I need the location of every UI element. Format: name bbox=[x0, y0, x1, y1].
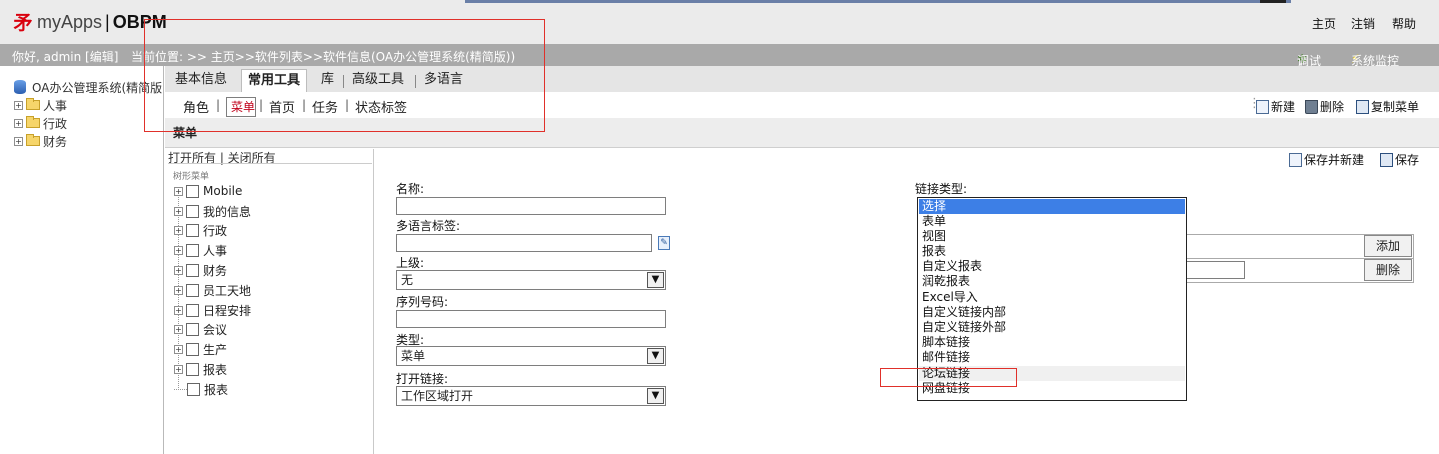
order-input[interactable] bbox=[396, 310, 666, 328]
parent-label: 上级: bbox=[396, 256, 425, 270]
option-script-link[interactable]: 脚本链接 bbox=[919, 335, 1185, 350]
option-select[interactable]: 选择 bbox=[919, 199, 1185, 214]
greeting[interactable]: 你好, admin [编辑] bbox=[12, 48, 118, 65]
node-checkbox[interactable] bbox=[186, 184, 199, 198]
delete-row-button[interactable]: 删除 bbox=[1364, 259, 1412, 281]
name-label: 名称: bbox=[396, 182, 425, 196]
node-checkbox[interactable] bbox=[186, 362, 199, 376]
folder-icon bbox=[26, 134, 40, 146]
divider bbox=[168, 163, 372, 164]
folder-icon bbox=[26, 98, 40, 110]
menu-node[interactable]: + 会议 bbox=[174, 321, 227, 337]
new-button[interactable]: 新建 bbox=[1256, 98, 1295, 115]
node-checkbox[interactable] bbox=[186, 342, 199, 356]
node-checkbox[interactable] bbox=[186, 303, 199, 317]
parent-select[interactable]: 无 ▼ bbox=[396, 270, 666, 290]
annotation-box bbox=[144, 19, 545, 132]
edit-icon[interactable]: ✎ bbox=[658, 236, 670, 250]
option-excel-import[interactable]: Excel导入 bbox=[919, 290, 1185, 305]
tree-item-admin[interactable]: + 行政 bbox=[14, 115, 67, 131]
option-custom-report[interactable]: 自定义报表 bbox=[919, 259, 1185, 274]
new-doc-icon bbox=[1256, 99, 1269, 114]
chevron-down-icon[interactable]: ▼ bbox=[647, 272, 664, 288]
save-icon bbox=[1356, 99, 1369, 114]
app-tree-panel: OA办公管理系统(精简版 + 人事 + 行政 + 财务 bbox=[0, 66, 164, 454]
option-custom-link-external[interactable]: 自定义链接外部 bbox=[919, 320, 1185, 335]
menu-node[interactable]: + Mobile bbox=[174, 183, 242, 199]
copy-menu-button[interactable]: 复制菜单 bbox=[1356, 98, 1419, 115]
menu-node[interactable]: + 报表 bbox=[174, 361, 227, 377]
menu-node[interactable]: + 行政 bbox=[174, 222, 227, 238]
name-input[interactable] bbox=[396, 197, 666, 215]
i18n-input[interactable] bbox=[396, 234, 652, 252]
logout-link[interactable]: 注销 bbox=[1351, 15, 1375, 32]
node-checkbox[interactable] bbox=[187, 382, 200, 396]
menu-node[interactable]: + 生产 bbox=[174, 341, 227, 357]
tree-caption: 树形菜单 bbox=[173, 172, 210, 182]
link-type-label: 链接类型: bbox=[915, 182, 968, 196]
save-icon bbox=[1380, 152, 1393, 167]
folder-icon bbox=[26, 116, 40, 128]
menu-node[interactable]: + 我的信息 bbox=[174, 203, 251, 219]
chevron-down-icon[interactable]: ▼ bbox=[647, 348, 664, 364]
menu-node[interactable]: + 日程安排 bbox=[174, 302, 251, 318]
node-checkbox[interactable] bbox=[186, 204, 199, 218]
node-checkbox[interactable] bbox=[186, 283, 199, 297]
database-icon bbox=[14, 80, 26, 94]
option-view[interactable]: 视图 bbox=[919, 229, 1185, 244]
home-link[interactable]: 主页 bbox=[1312, 15, 1336, 32]
option-report[interactable]: 报表 bbox=[919, 244, 1185, 259]
save-button[interactable]: 保存 bbox=[1380, 151, 1419, 168]
form-area bbox=[375, 149, 1439, 454]
node-checkbox[interactable] bbox=[186, 263, 199, 277]
menu-node[interactable]: + 人事 bbox=[174, 242, 227, 258]
node-checkbox[interactable] bbox=[186, 223, 199, 237]
top-strip bbox=[465, 0, 1291, 3]
order-label: 序列号码: bbox=[396, 295, 449, 309]
param-input[interactable] bbox=[1185, 261, 1245, 279]
chevron-down-icon[interactable]: ▼ bbox=[647, 388, 664, 404]
node-checkbox[interactable] bbox=[186, 322, 199, 336]
tree-item-hr[interactable]: + 人事 bbox=[14, 97, 67, 113]
option-custom-link-internal[interactable]: 自定义链接内部 bbox=[919, 305, 1185, 320]
open-link-label: 打开链接: bbox=[396, 372, 449, 386]
annotation-box bbox=[880, 368, 1017, 387]
menu-node[interactable]: 报表 bbox=[174, 381, 228, 397]
option-form[interactable]: 表单 bbox=[919, 214, 1185, 229]
expand-icon[interactable]: + bbox=[14, 118, 23, 128]
save-and-new-button[interactable]: 保存并新建 bbox=[1289, 151, 1364, 168]
type-select[interactable]: 菜单 ▼ bbox=[396, 346, 666, 366]
option-runqian-report[interactable]: 润乾报表 bbox=[919, 274, 1185, 289]
top-strip-dark bbox=[1260, 0, 1286, 3]
i18n-label: 多语言标签: bbox=[396, 219, 461, 233]
menu-node[interactable]: + 财务 bbox=[174, 262, 227, 278]
tree-item-finance[interactable]: + 财务 bbox=[14, 133, 67, 149]
menu-node[interactable]: + 员工天地 bbox=[174, 282, 251, 298]
new-doc-icon bbox=[1289, 152, 1302, 167]
expand-icon[interactable]: + bbox=[14, 136, 23, 146]
open-link-select[interactable]: 工作区域打开 ▼ bbox=[396, 386, 666, 406]
help-link[interactable]: 帮助 bbox=[1392, 15, 1416, 32]
tree-root[interactable]: OA办公管理系统(精简版 bbox=[14, 79, 162, 95]
trash-icon bbox=[1305, 99, 1318, 114]
add-button[interactable]: 添加 bbox=[1364, 235, 1412, 257]
delete-button[interactable]: 删除 bbox=[1305, 98, 1344, 115]
option-mail-link[interactable]: 邮件链接 bbox=[919, 350, 1185, 365]
node-checkbox[interactable] bbox=[186, 243, 199, 257]
expand-icon[interactable]: + bbox=[14, 100, 23, 110]
logo-icon: 矛 bbox=[13, 12, 33, 34]
